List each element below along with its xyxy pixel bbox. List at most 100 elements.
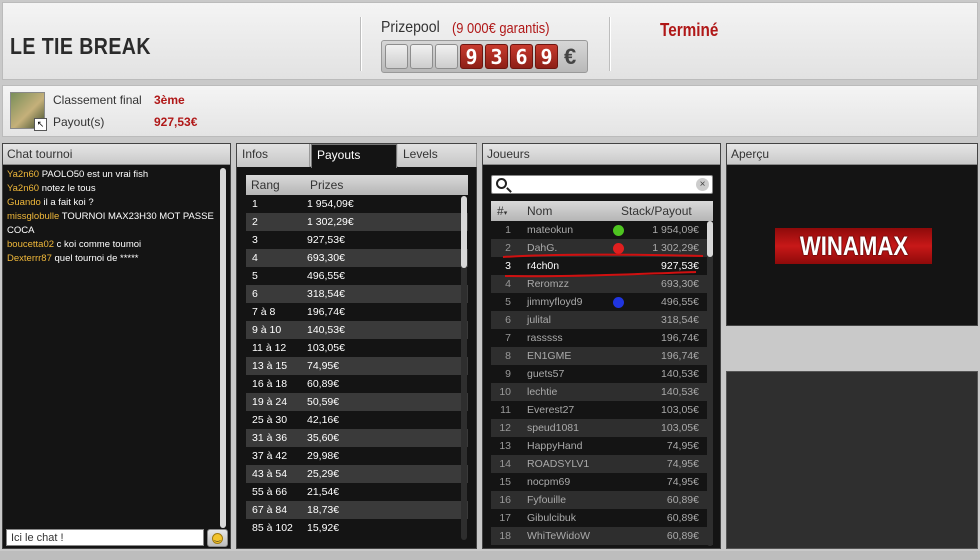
chat-nick[interactable]: Guando	[7, 197, 41, 208]
player-search[interactable]: ×	[491, 175, 713, 194]
table-row[interactable]: 9 guets57 140,53€	[491, 365, 713, 383]
emoticon-button[interactable]: ‿	[207, 529, 228, 547]
chat-nick[interactable]: Dexterrr87	[7, 253, 52, 264]
payout-prize: 60,89€	[307, 378, 340, 390]
table-row[interactable]: 12 speud1081 103,05€	[491, 419, 713, 437]
player-payout: 74,95€	[666, 440, 699, 452]
table-row[interactable]: 10 lechtie 140,53€	[491, 383, 713, 401]
player-payout: 140,53€	[661, 386, 699, 398]
table-row[interactable]: 6 julital 318,54€	[491, 311, 713, 329]
player-position: 17	[499, 512, 511, 524]
player-payout: 74,95€	[666, 458, 699, 470]
chat-scrollbar[interactable]	[220, 168, 226, 528]
chat-input[interactable]	[6, 529, 204, 546]
final-result-bar: ↖ Classement final 3ème Payout(s) 927,53…	[2, 85, 978, 137]
player-position: 15	[499, 476, 511, 488]
payout-rank: 16 à 18	[252, 378, 288, 390]
table-row: 6 318,54€	[246, 285, 468, 303]
prizepool-digit: 6	[510, 44, 533, 69]
table-row[interactable]: 2 DahG. 1 302,29€	[491, 239, 713, 257]
player-payout: 60,89€	[666, 494, 699, 506]
payout-prize: 18,73€	[307, 504, 340, 516]
prizepool-digit	[410, 44, 433, 69]
table-row[interactable]: 1 mateokun 1 954,09€	[491, 221, 713, 239]
preview-secondary-panel	[726, 371, 978, 549]
payout-rank: 2	[252, 216, 258, 228]
players-scroll-thumb[interactable]	[707, 221, 713, 257]
player-name: rasssss	[527, 332, 563, 344]
player-name: HappyHand	[527, 440, 583, 452]
player-position: 8	[505, 350, 511, 362]
column-prizes: Prizes	[310, 178, 344, 192]
chat-nick[interactable]: Ya2n60	[7, 183, 39, 194]
bottom-strip	[0, 551, 980, 560]
payout-rank: 11 à 12	[252, 342, 287, 354]
tournament-header: LE TIE BREAK Prizepool (9 000€ garantis)…	[2, 2, 978, 80]
table-row: 67 à 84 18,73€	[246, 501, 468, 519]
table-row[interactable]: 8 EN1GME 196,74€	[491, 347, 713, 365]
info-tabs: Infos Payouts Levels	[237, 144, 477, 168]
player-position: 12	[499, 422, 511, 434]
player-name: jimmyfloyd9	[527, 296, 583, 308]
table-row[interactable]: 5 jimmyfloyd9 496,55€	[491, 293, 713, 311]
player-position: 9	[505, 368, 511, 380]
player-position: 16	[499, 494, 511, 506]
table-row[interactable]: 16 Fyfouille 60,89€	[491, 491, 713, 509]
table-row: 5 496,55€	[246, 267, 468, 285]
payout-rank: 25 à 30	[252, 414, 288, 426]
player-payout: 60,89€	[666, 530, 699, 542]
player-position: 1	[505, 224, 511, 236]
payout-prize: 15,92€	[307, 522, 340, 534]
tab-infos[interactable]: Infos	[237, 144, 310, 167]
table-row[interactable]: 14 ROADSYLV1 74,95€	[491, 455, 713, 473]
table-row: 9 à 10 140,53€	[246, 321, 468, 339]
table-row[interactable]: 17 Gibulcibuk 60,89€	[491, 509, 713, 527]
table-row[interactable]: 13 HappyHand 74,95€	[491, 437, 713, 455]
payouts-panel: Infos Payouts Levels Rang Prizes 1 1 954,…	[236, 143, 477, 549]
payouts-scroll-thumb[interactable]	[461, 196, 467, 268]
payout-prize: 74,95€	[307, 360, 340, 372]
chat-nick[interactable]: Ya2n60	[7, 169, 39, 180]
prizepool-guarantee: (9 000€ garantis)	[452, 20, 550, 37]
player-name: speud1081	[527, 422, 579, 434]
clear-search-icon[interactable]: ×	[696, 178, 709, 191]
table-row: 31 à 36 35,60€	[246, 429, 468, 447]
players-panel: Joueurs × #▾ Nom Stack/Payout 1 mateokun 1…	[482, 143, 721, 549]
sort-desc-icon: ▾	[503, 210, 508, 217]
avatar[interactable]: ↖	[10, 92, 47, 131]
player-payout: 927,53€	[661, 260, 699, 272]
table-row[interactable]: 7 rasssss 196,74€	[491, 329, 713, 347]
table-row: 55 à 66 21,54€	[246, 483, 468, 501]
payout-prize: 140,53€	[307, 324, 345, 336]
chat-scroll-thumb[interactable]	[220, 168, 226, 528]
payout-rank: 3	[252, 234, 258, 246]
tab-levels[interactable]: Levels	[398, 144, 477, 167]
table-row[interactable]: 18 WhiTeWidoW 60,89€	[491, 527, 713, 545]
player-payout: 60,89€	[666, 512, 699, 524]
player-name: Everest27	[527, 404, 575, 416]
chat-nick[interactable]: missglobulle	[7, 211, 59, 222]
payouts-header: Rang Prizes	[246, 175, 468, 195]
table-row[interactable]: 4 Reromzz 693,30€	[491, 275, 713, 293]
table-row[interactable]: 11 Everest27 103,05€	[491, 401, 713, 419]
player-position: 10	[499, 386, 511, 398]
column-stack-payout[interactable]: Stack/Payout	[621, 204, 692, 218]
payout-prize: 21,54€	[307, 486, 340, 498]
table-row[interactable]: 15 nocpm69 74,95€	[491, 473, 713, 491]
payout-prize: 1 302,29€	[307, 216, 354, 228]
payout-prize: 29,98€	[307, 450, 340, 462]
column-number[interactable]: #▾	[497, 204, 507, 218]
column-name[interactable]: Nom	[527, 204, 552, 218]
prizepool-digit	[385, 44, 408, 69]
tab-payouts[interactable]: Payouts	[311, 144, 397, 168]
players-header: #▾ Nom Stack/Payout	[491, 201, 713, 221]
players-scrollbar[interactable]	[707, 221, 713, 546]
payout-rank: 13 à 15	[252, 360, 288, 372]
player-name: r4ch0n	[527, 260, 560, 272]
table-row[interactable]: 3 r4ch0n 927,53€	[491, 257, 713, 275]
chat-nick[interactable]: boucetta02	[7, 239, 54, 250]
player-name: Reromzz	[527, 278, 570, 290]
chat-text: PAOLO50 est un vrai fish	[41, 169, 149, 180]
chat-text: c koi comme toumoi	[56, 239, 142, 250]
payouts-scrollbar[interactable]	[461, 196, 467, 540]
